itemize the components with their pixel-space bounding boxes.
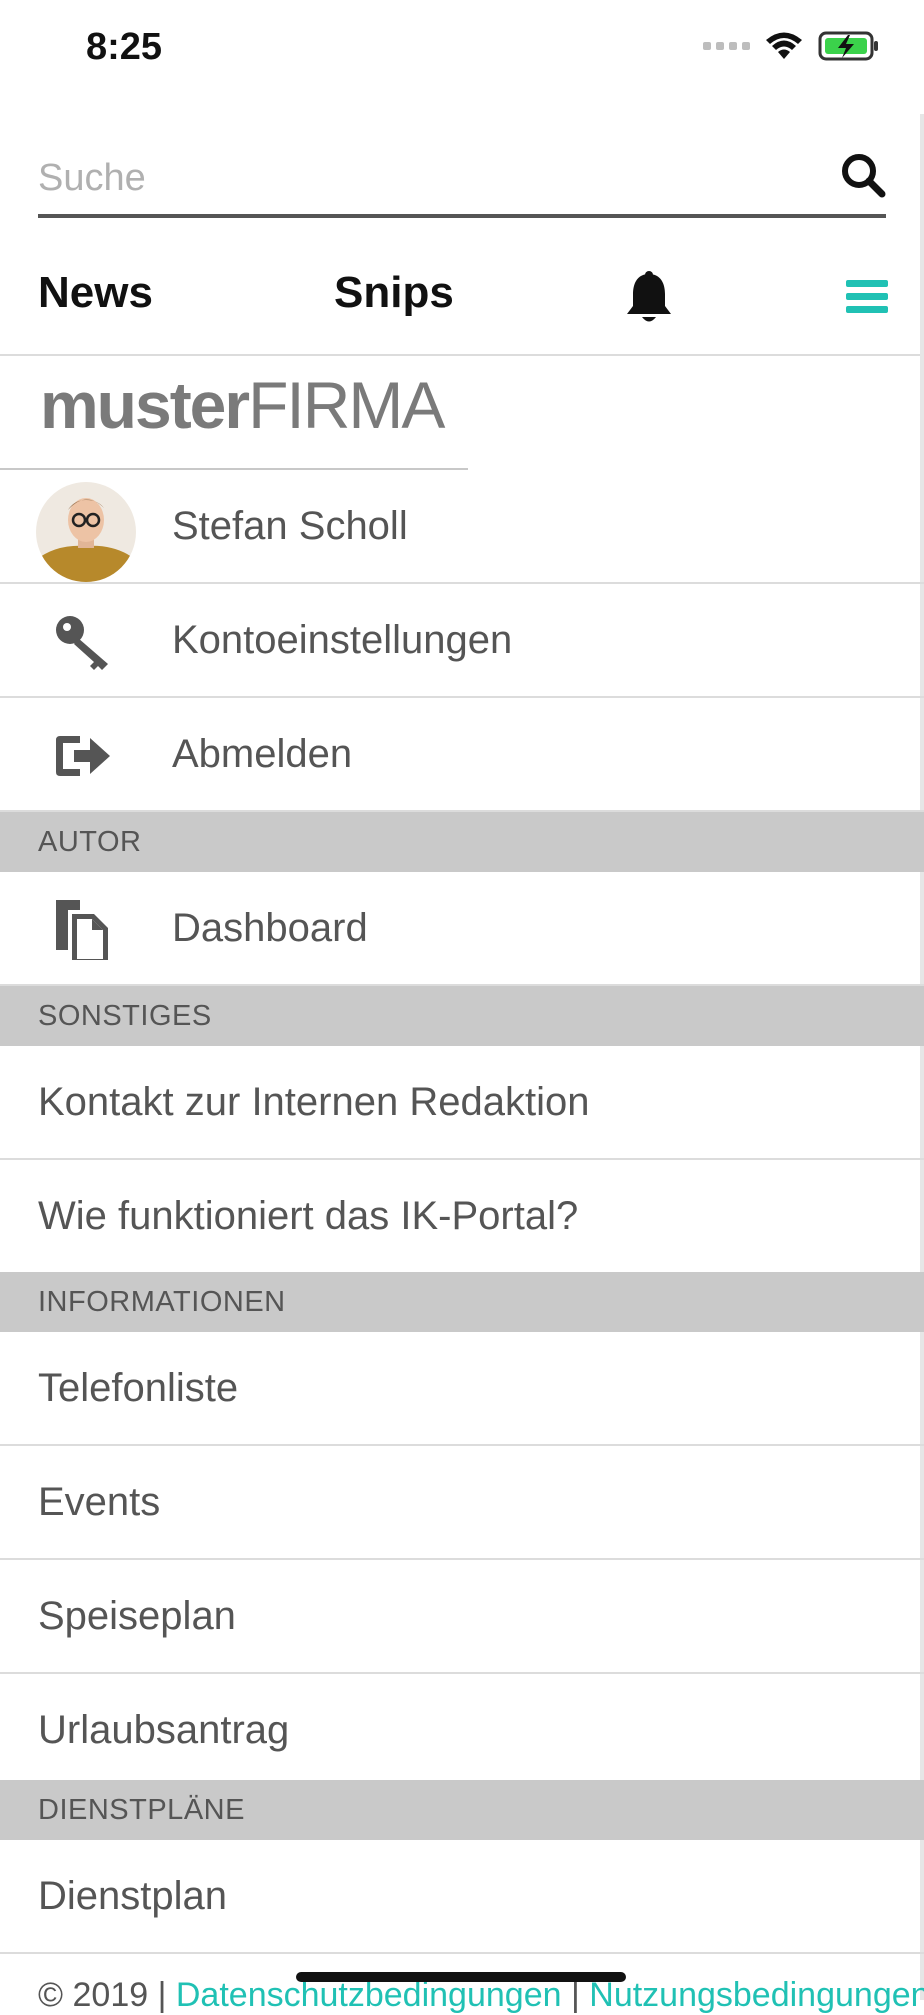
cellular-signal-icon	[703, 42, 750, 50]
avatar	[36, 482, 136, 582]
status-bar: 8:25	[0, 0, 924, 100]
search-icon[interactable]	[840, 152, 886, 198]
menu-item-kontakt[interactable]: Kontakt zur Internen Redaktion	[0, 1046, 924, 1160]
search-bar	[38, 140, 886, 218]
top-navigation: News Snips	[0, 214, 924, 356]
wifi-icon	[766, 32, 802, 59]
logo-text-light: FIRMA	[248, 368, 445, 442]
logout-icon	[56, 736, 110, 776]
dashboard-row[interactable]: Dashboard	[0, 872, 924, 986]
section-header-autor: AUTOR	[0, 812, 924, 872]
dashboard-icon	[56, 900, 108, 960]
status-icons	[703, 30, 880, 62]
section-title: AUTOR	[38, 826, 142, 858]
logout-label: Abmelden	[172, 732, 353, 776]
dashboard-label: Dashboard	[172, 906, 368, 950]
battery-icon	[818, 31, 878, 61]
profile-name: Stefan Scholl	[172, 504, 408, 548]
logo-text-bold: muster	[40, 368, 250, 442]
footer-copyright: © 2019 |	[38, 1976, 167, 2014]
menu-icon[interactable]	[846, 276, 888, 316]
bell-icon[interactable]	[624, 270, 674, 324]
menu-item-ik-portal[interactable]: Wie funktioniert das IK-Portal?	[0, 1160, 924, 1274]
menu-item-label: Wie funktioniert das IK-Portal?	[38, 1194, 579, 1238]
menu-item-label: Speiseplan	[38, 1594, 236, 1638]
company-logo: musterFIRMA	[40, 372, 445, 438]
key-icon	[56, 616, 108, 670]
menu-item-label: Dienstplan	[38, 1874, 228, 1918]
section-title: INFORMATIONEN	[38, 1286, 286, 1318]
menu-item-events[interactable]: Events	[0, 1446, 924, 1560]
terms-link[interactable]: Nutzungsbedingungen	[589, 1976, 924, 2014]
section-header-sonstiges: SONSTIGES	[0, 986, 924, 1046]
menu-item-label: Telefonliste	[38, 1366, 239, 1410]
menu-item-speiseplan[interactable]: Speiseplan	[0, 1560, 924, 1674]
section-title: SONSTIGES	[38, 1000, 212, 1032]
status-time: 8:25	[86, 26, 163, 68]
profile-row[interactable]: Stefan Scholl	[0, 470, 924, 584]
menu-item-urlaubsantrag[interactable]: Urlaubsantrag	[0, 1674, 924, 1788]
menu-item-dienstplan[interactable]: Dienstplan	[0, 1840, 924, 1954]
logout-row[interactable]: Abmelden	[0, 698, 924, 812]
section-header-informationen: INFORMATIONEN	[0, 1272, 924, 1332]
menu-item-label: Events	[38, 1480, 161, 1524]
account-settings-label: Kontoeinstellungen	[172, 618, 513, 662]
menu-item-label: Kontakt zur Internen Redaktion	[38, 1080, 590, 1124]
menu-item-telefonliste[interactable]: Telefonliste	[0, 1332, 924, 1446]
section-title: DIENSTPLÄNE	[38, 1794, 245, 1826]
home-indicator[interactable]	[296, 1972, 626, 1982]
nav-news[interactable]: News	[38, 268, 153, 318]
section-header-dienstplaene: DIENSTPLÄNE	[0, 1780, 924, 1840]
search-input[interactable]	[38, 148, 818, 208]
menu-item-label: Urlaubsantrag	[38, 1708, 290, 1752]
account-settings-row[interactable]: Kontoeinstellungen	[0, 584, 924, 698]
nav-snips[interactable]: Snips	[334, 268, 454, 318]
